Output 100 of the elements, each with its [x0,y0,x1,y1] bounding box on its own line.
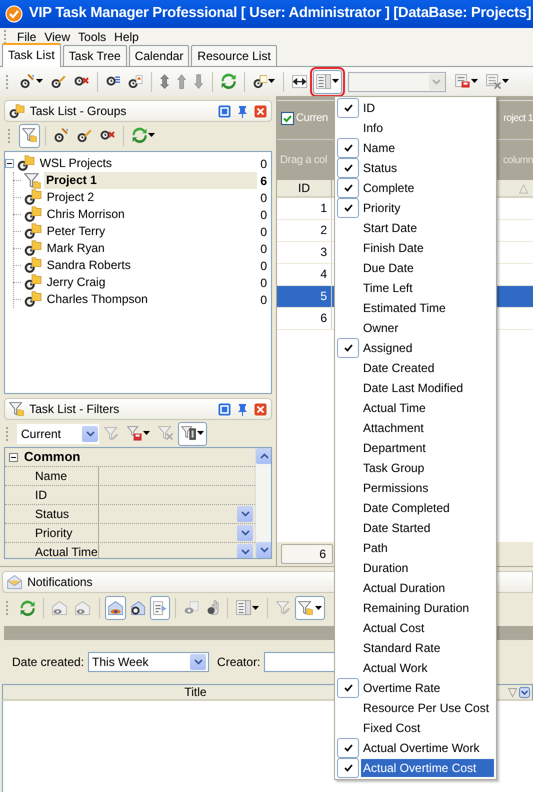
menu-item[interactable]: Overtime Rate [361,679,494,697]
menu-item[interactable]: Remaining Duration [361,599,494,617]
scroll-up-button[interactable] [256,448,271,464]
dropdown-button[interactable] [237,506,253,522]
app-logo-icon [5,5,23,23]
clock-folder-icon [17,155,35,172]
maximize-button[interactable] [218,402,231,416]
wand-clock-icon [20,74,35,89]
menu-item[interactable]: Status [361,159,494,177]
menu-item[interactable]: Date Created [361,359,494,377]
tree-item[interactable]: Mark Ryan [44,240,258,257]
tree-item[interactable]: Project 2 [44,189,258,206]
filter-combo[interactable]: Current [17,424,99,444]
eye-icon [184,601,199,615]
tree-item[interactable]: Project 1 [44,172,258,189]
clock-folder-icon [24,240,42,257]
table-cell: 3 [277,242,332,263]
tree-item[interactable]: Jerry Craig [44,274,258,291]
menu-item[interactable]: Owner [361,319,494,337]
tree-item[interactable]: Peter Terry [44,223,258,240]
window-title: VIP Task Manager Professional [ User: Administrator ] [DataBase: Projects] [29,4,532,24]
menu-item[interactable]: Finish Date [361,239,494,257]
menu-item[interactable]: Date Last Modified [361,379,494,397]
tab[interactable]: Task Tree [62,45,127,66]
columns-button[interactable] [312,70,342,94]
clock-page-icon [128,74,143,88]
sort-indicator: △ [519,180,529,197]
menu-item[interactable]: File [13,28,40,46]
open-button[interactable] [104,596,126,620]
category-label: Common [24,448,80,466]
menu-item[interactable]: Date Started [361,519,494,537]
down-arrow-icon [194,74,204,90]
collapse-icon[interactable] [5,159,14,168]
menu-item[interactable]: Resource Per Use Cost [361,699,494,717]
menu-item[interactable]: Start Date [361,219,494,237]
clock-folder-icon [24,257,42,274]
menu-item[interactable]: View [40,28,74,46]
menu-item[interactable]: Name [361,139,494,157]
caret-icon [148,133,156,138]
menu-item[interactable]: Actual Time [361,399,494,417]
tree-item[interactable]: Sandra Roberts [44,257,258,274]
pin-button[interactable] [236,104,249,118]
menu-item[interactable]: Actual Cost [361,619,494,637]
tab[interactable]: Resource List [191,45,277,66]
menu-item[interactable]: Fixed Cost [361,719,494,737]
filter-button[interactable] [19,124,40,148]
date-combo[interactable]: This Week [88,652,210,672]
menu-item[interactable]: Actual Duration [361,579,494,597]
menu-item[interactable]: Help [110,28,143,46]
dropdown-button[interactable] [237,544,253,558]
refresh-icon [20,600,36,616]
clock-folder-icon [9,104,25,118]
property-name: Status [5,505,99,523]
filter-button[interactable] [295,596,325,620]
menu-item[interactable]: Assigned [361,339,494,357]
eye-envelope-icon [75,600,91,616]
collapse-icon[interactable] [9,452,18,462]
item-count: 0 [260,190,267,206]
menu-item[interactable]: Complete [361,179,494,197]
close-button[interactable] [254,402,267,416]
tree-item[interactable]: Chris Morrison [44,206,258,223]
tab[interactable]: Task List [2,43,61,67]
menu-item[interactable]: Due Date [361,259,494,277]
item-count: 0 [260,224,267,240]
tree-item[interactable]: Charles Thompson [44,291,258,308]
tab[interactable]: Calendar [128,45,190,66]
menu-item[interactable]: Actual Overtime Cost [361,759,494,777]
menu-item[interactable]: Info [361,119,494,137]
filter-columns-button[interactable] [178,422,208,446]
menu-item[interactable]: Permissions [361,479,494,497]
menu-item[interactable]: Priority [361,199,494,217]
menu-item[interactable]: Path [361,539,494,557]
menu-item[interactable]: Date Completed [361,499,494,517]
pin-button[interactable] [236,402,249,416]
maximize-button[interactable] [218,104,231,118]
dropdown-button[interactable] [237,525,253,541]
panel-title: Task List - Filters [29,401,120,418]
menu-item[interactable]: Department [361,439,494,457]
close-button[interactable] [254,104,267,118]
menu-item[interactable]: Tools [74,28,110,46]
envelope-icon [7,574,22,590]
pencil-clock-icon [76,128,92,142]
menu-item[interactable]: Duration [361,559,494,577]
menu-item[interactable]: Actual Work [361,659,494,677]
menu-item[interactable]: Estimated Time [361,299,494,317]
menu-item[interactable]: Attachment [361,419,494,437]
property-name: ID [5,486,99,504]
checkbox[interactable] [281,112,294,124]
menu-item[interactable]: Task Group [361,459,494,477]
menu-item[interactable]: ID [361,99,494,117]
tree-item[interactable]: WSL Projects [38,155,258,172]
table-cell: 2 [277,220,332,241]
menu-item[interactable]: Standard Rate [361,639,494,657]
clock-folder-icon [24,291,42,308]
funnel-save-icon [126,426,142,442]
column-header[interactable]: ID [277,179,332,197]
scroll-down-button[interactable] [256,542,271,558]
horizontal-arrows-icon [292,74,308,88]
menu-item[interactable]: Time Left [361,279,494,297]
menu-item[interactable]: Actual Overtime Work [361,739,494,757]
